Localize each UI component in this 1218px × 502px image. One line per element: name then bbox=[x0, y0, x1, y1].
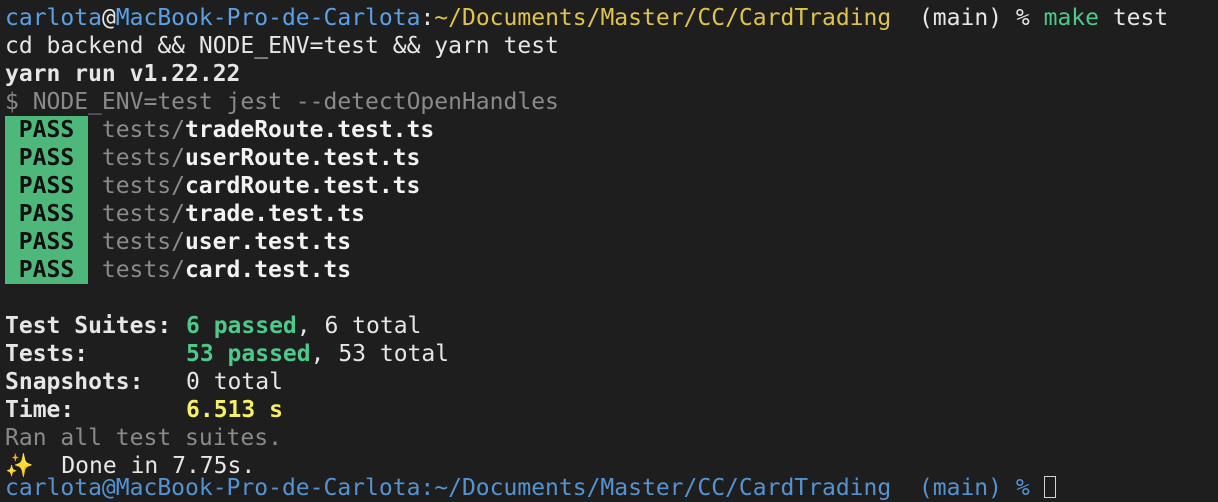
pass-badge: PASS bbox=[5, 256, 88, 284]
summary-value: 0 total bbox=[186, 369, 283, 395]
test-dir: tests/ bbox=[101, 201, 185, 227]
summary-tests: Tests: 53 passed, 53 total bbox=[0, 340, 1218, 368]
yarn-version-line: yarn run v1.22.22 bbox=[5, 61, 241, 87]
summary-total: , 53 total bbox=[310, 341, 450, 367]
test-file: trade.test.ts bbox=[184, 201, 365, 227]
test-dir: tests/ bbox=[101, 229, 185, 255]
pass-badge: PASS bbox=[5, 200, 88, 228]
jest-command-line: $ NODE_ENV=test jest --detectOpenHandles bbox=[5, 89, 559, 115]
summary-total: , 6 total bbox=[296, 313, 422, 339]
pass-badge: PASS bbox=[5, 144, 88, 172]
summary-label: Test Suites: bbox=[5, 313, 172, 339]
summary-label: Tests: bbox=[5, 341, 89, 367]
pass-badge: PASS bbox=[5, 116, 88, 144]
terminal-window[interactable]: carlota@MacBook-Pro-de-Carlota:~/Documen… bbox=[0, 0, 1218, 501]
prompt-colon: : bbox=[420, 5, 435, 31]
test-file: cardRoute.test.ts bbox=[184, 173, 421, 199]
test-file: userRoute.test.ts bbox=[184, 145, 421, 171]
prompt-at: @ bbox=[101, 5, 116, 31]
summary-suites: Test Suites: 6 passed, 6 total bbox=[0, 312, 1218, 340]
pass-badge: PASS bbox=[5, 228, 88, 256]
cursor-icon bbox=[1043, 476, 1056, 498]
prompt-line: carlota@MacBook-Pro-de-Carlota:~/Documen… bbox=[0, 4, 1218, 32]
test-dir: tests/ bbox=[101, 145, 185, 171]
test-result-row: PASS tests/card.test.ts bbox=[0, 256, 1218, 284]
summary-time: Time: 6.513 s bbox=[0, 396, 1218, 424]
next-prompt-line[interactable]: carlota@MacBook-Pro-de-Carlota:~/Documen… bbox=[5, 474, 1056, 502]
summary-passed: 6 passed bbox=[186, 313, 297, 339]
summary-label: Time: bbox=[5, 397, 75, 423]
summary-passed: 53 passed bbox=[186, 341, 311, 367]
prompt-command: make bbox=[1043, 5, 1099, 31]
test-result-row: PASS tests/tradeRoute.test.ts bbox=[0, 116, 1218, 144]
prompt-path: ~/Documents/Master/CC/CardTrading bbox=[434, 5, 892, 31]
test-dir: tests/ bbox=[101, 257, 185, 283]
summary-label: Snapshots: bbox=[5, 369, 144, 395]
test-dir: tests/ bbox=[101, 173, 185, 199]
test-result-row: PASS tests/userRoute.test.ts bbox=[0, 144, 1218, 172]
test-result-row: PASS tests/user.test.ts bbox=[0, 228, 1218, 256]
prompt-branch: (main) % bbox=[891, 5, 1044, 31]
test-file: tradeRoute.test.ts bbox=[184, 117, 435, 143]
test-result-row: PASS tests/trade.test.ts bbox=[0, 200, 1218, 228]
test-file: user.test.ts bbox=[184, 229, 352, 255]
test-dir: tests/ bbox=[101, 117, 185, 143]
summary-time-value: 6.513 s bbox=[186, 397, 283, 423]
cmd-echo-line: cd backend && NODE_ENV=test && yarn test bbox=[5, 33, 559, 59]
prompt-user: carlota bbox=[5, 5, 102, 31]
summary-snapshots: Snapshots: 0 total bbox=[0, 368, 1218, 396]
test-result-row: PASS tests/cardRoute.test.ts bbox=[0, 172, 1218, 200]
prompt-args: test bbox=[1098, 5, 1169, 31]
ran-all-line: Ran all test suites. bbox=[5, 425, 282, 451]
test-file: card.test.ts bbox=[184, 257, 352, 283]
prompt-host: MacBook-Pro-de-Carlota bbox=[115, 5, 421, 31]
pass-badge: PASS bbox=[5, 172, 88, 200]
next-prompt-text: carlota@MacBook-Pro-de-Carlota:~/Documen… bbox=[5, 475, 1044, 501]
